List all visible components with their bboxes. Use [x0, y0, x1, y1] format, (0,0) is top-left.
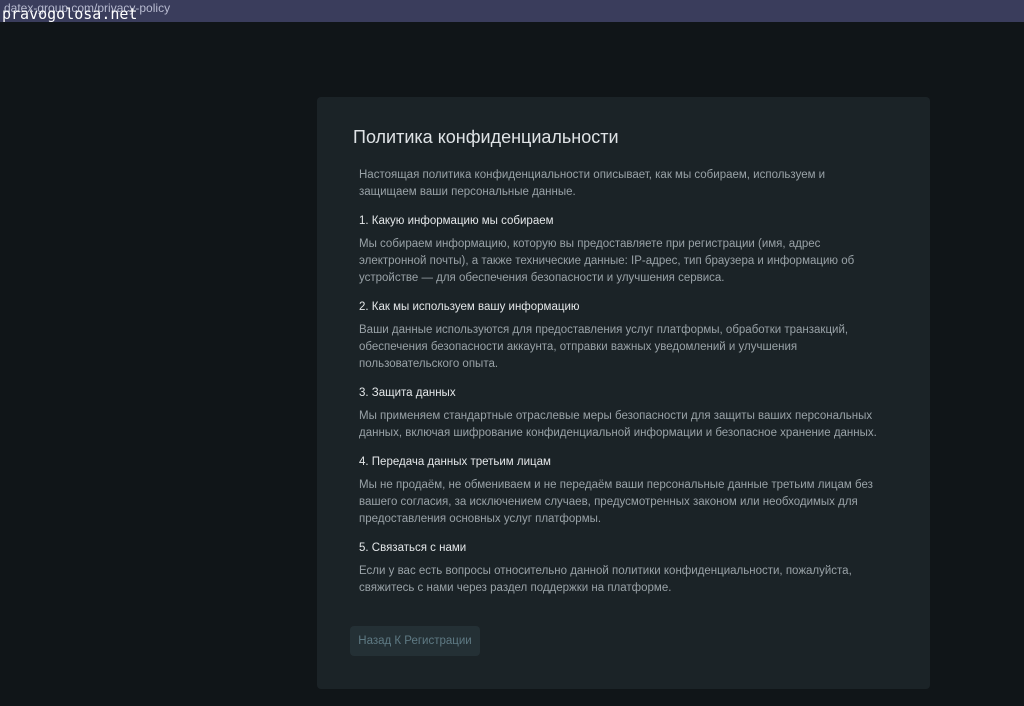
section-heading: 1. Какую информацию мы собираем [359, 215, 554, 227]
section-body: Мы не продаём, не обмениваем и не переда… [359, 479, 873, 525]
policy-section: 5. Связаться с нами Если у вас есть вопр… [359, 540, 879, 597]
back-to-registration-button[interactable]: Назад К Регистрации [350, 626, 480, 656]
intro-text: Настоящая политика конфиденциальности оп… [359, 169, 826, 198]
section-body: Ваши данные используются для предоставле… [359, 324, 849, 370]
browser-address-bar[interactable]: datex-group.com/privacy-policy pravogolo… [0, 0, 1024, 23]
section-heading: 2. Как мы используем вашу информацию [359, 301, 580, 313]
section-heading: 4. Передача данных третьим лицам [359, 456, 551, 468]
policy-section: 2. Как мы используем вашу информацию Ваш… [359, 299, 879, 373]
section-body: Мы применяем стандартные отраслевые меры… [359, 410, 877, 439]
policy-section: 1. Какую информацию мы собираем Мы собир… [359, 213, 879, 287]
section-heading: 3. Защита данных [359, 387, 456, 399]
section-body: Мы собираем информацию, которую вы предо… [359, 238, 855, 284]
policy-content: Настоящая политика конфиденциальности оп… [359, 167, 879, 597]
section-body: Если у вас есть вопросы относительно дан… [359, 565, 852, 594]
privacy-policy-card: Политика конфиденциальности Настоящая по… [317, 97, 930, 689]
watermark: pravogolosa.net [2, 5, 138, 23]
page-title: Политика конфиденциальности [353, 127, 619, 147]
policy-section: 3. Защита данных Мы применяем стандартны… [359, 385, 879, 442]
policy-section: 4. Передача данных третьим лицам Мы не п… [359, 454, 879, 528]
section-heading: 5. Связаться с нами [359, 542, 467, 554]
